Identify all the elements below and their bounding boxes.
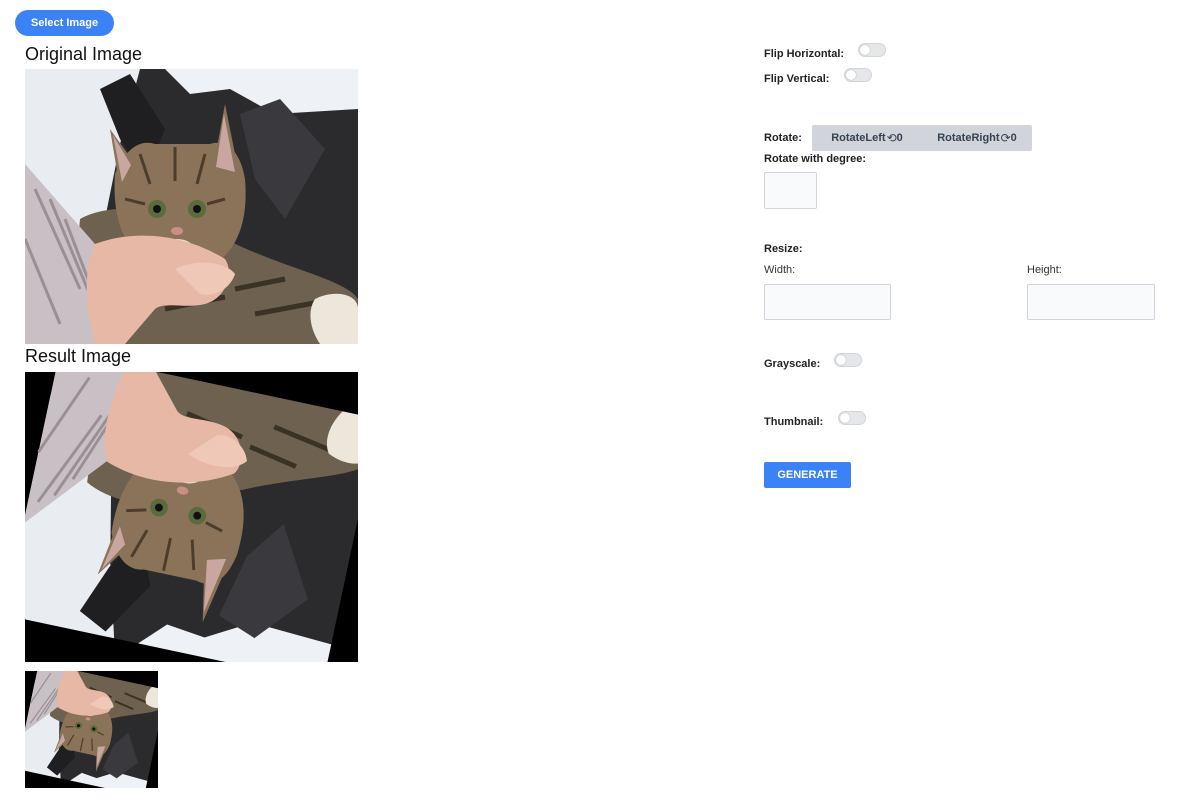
height-label: Height: <box>1027 264 1062 276</box>
result-image-title: Result Image <box>25 346 132 366</box>
rotate-right-label: RotateRight <box>937 132 1000 144</box>
width-input[interactable] <box>764 284 891 320</box>
toggle-knob <box>836 355 846 365</box>
height-input[interactable] <box>1027 284 1155 320</box>
rotate-degree-input[interactable] <box>764 172 817 209</box>
generate-button[interactable]: GENERATE <box>764 462 851 488</box>
rotate-ccw-icon: ⟲ <box>886 131 897 145</box>
original-image-title: Original Image <box>25 44 143 64</box>
rotate-button-group: RotateLeft ⟲ 0 RotateRight ⟳ 0 <box>812 125 1032 151</box>
rotate-right-button[interactable]: RotateRight ⟳ 0 <box>922 125 1032 151</box>
rotate-left-button[interactable]: RotateLeft ⟲ 0 <box>812 125 922 151</box>
rotate-left-label: RotateLeft <box>831 132 886 144</box>
rotate-degree-label: Rotate with degree: <box>764 153 867 165</box>
flip-horizontal-toggle[interactable] <box>858 43 886 57</box>
result-image <box>25 372 358 662</box>
flip-vertical-toggle[interactable] <box>844 68 872 82</box>
toggle-knob <box>846 70 856 80</box>
original-image <box>25 69 358 344</box>
thumbnail-toggle[interactable] <box>838 411 866 425</box>
rotate-label: Rotate: <box>764 132 802 144</box>
select-image-button[interactable]: Select Image <box>15 10 114 36</box>
rotate-left-count: 0 <box>896 132 903 144</box>
flip-vertical-label: Flip Vertical: <box>764 73 830 85</box>
thumbnail-label: Thumbnail: <box>764 416 824 428</box>
flip-horizontal-label: Flip Horizontal: <box>764 48 845 60</box>
width-label: Width: <box>764 264 796 276</box>
thumbnail-image <box>25 671 158 788</box>
grayscale-label: Grayscale: <box>764 358 821 370</box>
resize-label: Resize: <box>764 243 803 255</box>
rotate-right-count: 0 <box>1010 132 1017 144</box>
grayscale-toggle[interactable] <box>834 353 862 367</box>
toggle-knob <box>860 45 870 55</box>
toggle-knob <box>840 413 850 423</box>
rotate-cw-icon: ⟳ <box>1000 131 1011 145</box>
